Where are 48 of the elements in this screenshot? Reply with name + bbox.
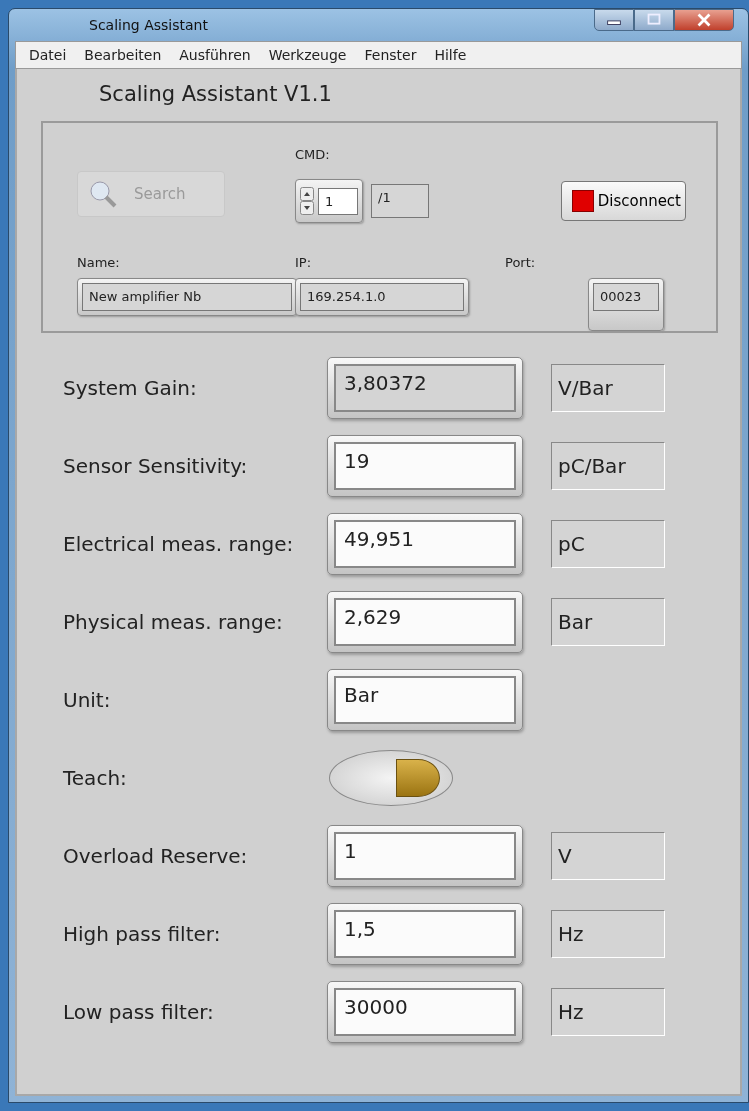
- param-field[interactable]: 1,5: [327, 902, 523, 965]
- param-label: Sensor Sensitivity:: [62, 452, 249, 480]
- unit-label: pC/Bar: [551, 441, 665, 490]
- param-field[interactable]: 30000: [327, 980, 523, 1043]
- spin-arrows-icon[interactable]: [300, 187, 314, 216]
- ip-field: 169.254.1.0: [295, 278, 469, 316]
- param-field[interactable]: 1: [327, 824, 523, 887]
- param-label: Electrical meas. range:: [62, 530, 295, 558]
- port-label: Port:: [505, 253, 537, 272]
- menu-item[interactable]: Ausführen: [170, 44, 260, 66]
- unit-label: pC: [551, 519, 665, 568]
- param-label: System Gain:: [62, 374, 198, 402]
- unit-label: Hz: [551, 909, 665, 958]
- unit-label: V/Bar: [551, 363, 665, 412]
- param-field[interactable]: Bar: [327, 668, 523, 731]
- param-field[interactable]: 2,629: [327, 590, 523, 653]
- cmd-label: CMD:: [295, 146, 331, 165]
- param-field[interactable]: 19: [327, 434, 523, 497]
- app-heading: Scaling Assistant V1.1: [99, 81, 333, 108]
- name-label: Name:: [77, 253, 121, 272]
- led-icon: [571, 190, 594, 213]
- minimize-button[interactable]: [594, 9, 634, 31]
- unit-label: Hz: [551, 987, 665, 1036]
- menu-item[interactable]: Hilfe: [425, 44, 476, 66]
- close-button[interactable]: [674, 9, 734, 31]
- unit-label: V: [551, 831, 665, 880]
- param-label: Overload Reserve:: [62, 842, 249, 870]
- name-field: New amplifier Nb: [77, 278, 297, 316]
- param-label: Teach:: [62, 764, 128, 792]
- param-field: 3,80372: [327, 356, 523, 419]
- search-icon: [88, 178, 118, 209]
- cmd-spinner[interactable]: 1: [295, 179, 363, 224]
- maximize-button[interactable]: [634, 9, 674, 31]
- menu-item[interactable]: Werkzeuge: [259, 44, 356, 66]
- param-label: Physical meas. range:: [62, 608, 284, 636]
- disconnect-button[interactable]: Disconnect: [560, 181, 686, 222]
- unit-label: Bar: [551, 597, 665, 646]
- param-field[interactable]: 49,951: [327, 512, 523, 575]
- menu-item[interactable]: Datei: [20, 44, 76, 66]
- param-label: High pass filter:: [62, 920, 222, 948]
- menu-item[interactable]: Fenster: [355, 44, 426, 66]
- param-label: Low pass filter:: [62, 998, 215, 1026]
- param-label: Unit:: [62, 686, 112, 714]
- ip-label: IP:: [295, 253, 313, 272]
- window-title: Scaling Assistant: [89, 15, 208, 35]
- cmd-total: /1: [371, 184, 429, 219]
- port-field: 00023: [588, 278, 664, 331]
- menu-item[interactable]: Bearbeiten: [75, 44, 171, 66]
